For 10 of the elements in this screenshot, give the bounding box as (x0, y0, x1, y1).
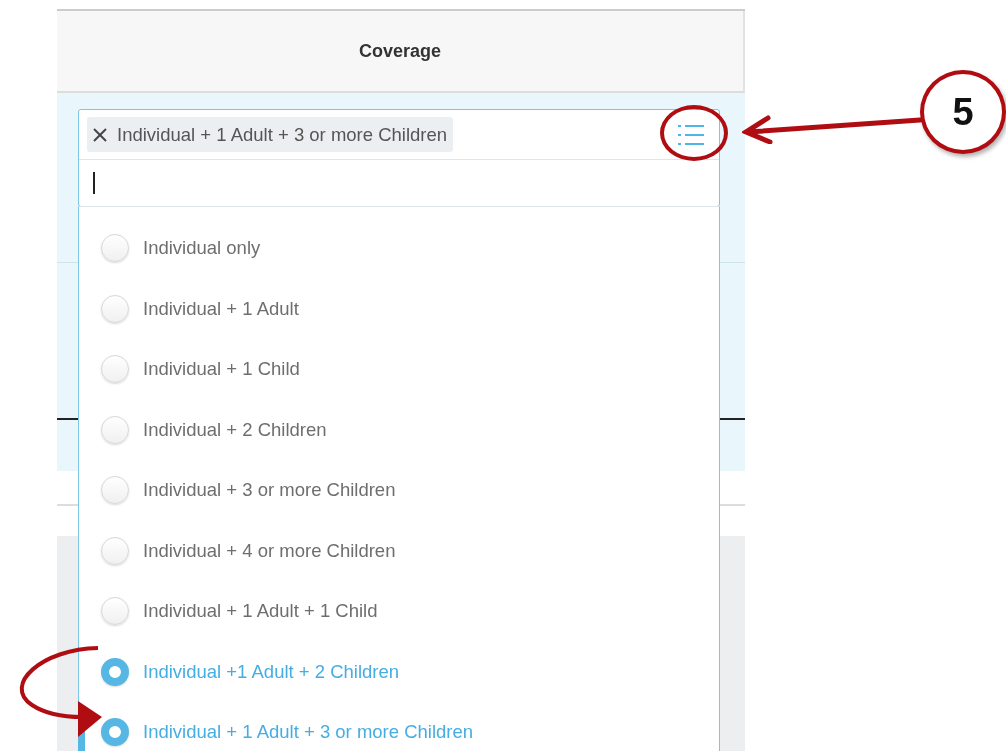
option-label[interactable]: Individual only (143, 234, 261, 263)
option-label[interactable]: Individual + 2 Children (143, 415, 327, 444)
column-title: Coverage (358, 39, 441, 63)
option-label[interactable]: Individual + 1 Adult (143, 294, 299, 323)
selected-chip[interactable]: Individual + 1 Adult + 3 or more Children (87, 116, 454, 153)
option-label[interactable]: Individual + 1 Adult + 1 Child (143, 597, 378, 626)
option-label[interactable]: Individual + 3 or more Children (143, 476, 396, 505)
callout-number: 5 (920, 70, 1006, 154)
option-label[interactable]: Individual + 1 Child (143, 355, 300, 384)
option-label[interactable]: Individual + 4 or more Children (143, 536, 396, 565)
